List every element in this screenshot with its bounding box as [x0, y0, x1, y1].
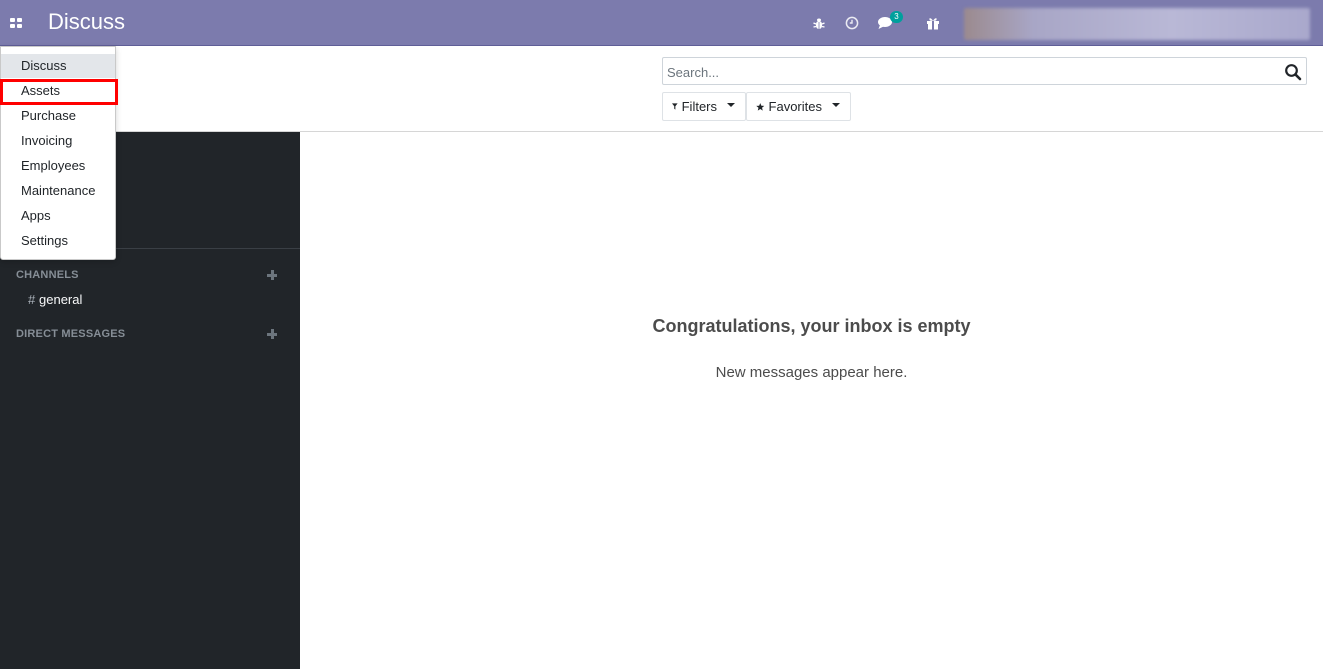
empty-inbox-subtitle: New messages appear here.	[715, 364, 908, 381]
direct-messages-header[interactable]: DIRECT MESSAGES	[16, 328, 125, 340]
apps-dropdown-menu: Discuss Assets Purchase Invoicing Employ…	[0, 46, 116, 260]
clock-icon	[845, 16, 859, 30]
add-channel-icon[interactable]	[266, 269, 278, 281]
favorites-button[interactable]: Favorites	[746, 92, 851, 121]
search-box	[662, 57, 1307, 85]
empty-inbox-title: Congratulations, your inbox is empty	[652, 316, 971, 336]
menu-item-discuss[interactable]: Discuss	[1, 54, 115, 78]
menu-item-assets[interactable]: Assets	[1, 79, 115, 103]
user-menu[interactable]	[964, 8, 1310, 40]
filter-icon	[672, 103, 678, 110]
channel-name: general	[39, 292, 83, 307]
activity-button[interactable]	[844, 13, 860, 33]
menu-item-invoicing[interactable]: Invoicing	[1, 129, 115, 153]
message-count-badge: 3	[890, 11, 903, 23]
chevron-down-icon	[832, 103, 840, 107]
control-panel: Filters Favorites	[0, 46, 1323, 132]
debug-menu-button[interactable]	[812, 13, 826, 33]
channels-header[interactable]: CHANNELS	[16, 269, 79, 281]
gift-button[interactable]	[925, 13, 941, 33]
messaging-menu-button[interactable]: 3	[877, 11, 905, 33]
menu-item-settings[interactable]: Settings	[1, 229, 115, 253]
apps-grid-icon	[10, 18, 22, 28]
channel-item-general[interactable]: # general	[0, 290, 300, 310]
top-navbar: Discuss 3	[0, 0, 1323, 46]
filters-label: Filters	[681, 99, 717, 114]
menu-item-employees[interactable]: Employees	[1, 154, 115, 178]
star-icon	[756, 102, 765, 111]
search-icon[interactable]	[1284, 63, 1302, 81]
gift-icon	[927, 18, 939, 30]
chevron-down-icon	[727, 103, 735, 107]
search-input[interactable]	[667, 62, 1267, 82]
app-title: Discuss	[48, 9, 126, 34]
filters-button[interactable]: Filters	[662, 92, 746, 121]
menu-item-purchase[interactable]: Purchase	[1, 104, 115, 128]
favorites-label: Favorites	[768, 99, 822, 114]
apps-menu-toggle[interactable]	[0, 0, 32, 46]
menu-item-maintenance[interactable]: Maintenance	[1, 179, 115, 203]
menu-item-apps[interactable]: Apps	[1, 204, 115, 228]
message-thread-area: Congratulations, your inbox is empty New…	[300, 132, 1323, 669]
add-direct-message-icon[interactable]	[266, 328, 278, 340]
hash-icon: #	[28, 292, 36, 307]
bug-icon	[813, 18, 825, 29]
